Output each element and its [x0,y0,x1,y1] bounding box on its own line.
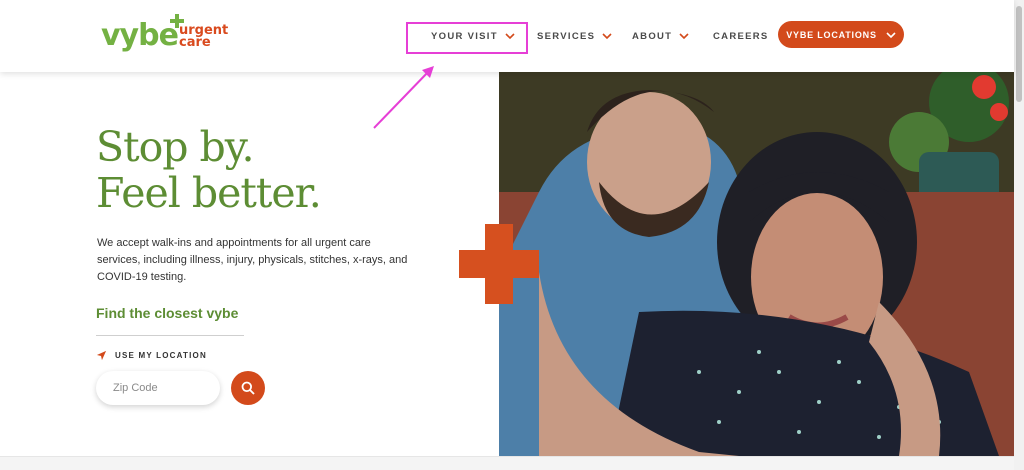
vybe-logo[interactable]: vybe urgent care [101,12,231,60]
nav-services-label: SERVICES [537,30,596,42]
nav-your-visit[interactable]: YOUR VISIT [431,25,515,47]
zip-code-input[interactable] [96,371,220,405]
logo-wordmark: vybe [101,18,179,53]
location-arrow-icon [96,350,107,361]
scrollbar-thumb[interactable] [1016,6,1022,102]
nav-careers-label: CAREERS [713,30,769,42]
hero-title-line1: Stop by. [96,123,255,171]
search-button[interactable] [231,371,265,405]
logo-subtitle-care: care [179,35,211,50]
logo-subtitle: urgent care [179,24,228,50]
vybe-locations-button[interactable]: VYBE LOCATIONS [778,21,904,48]
chevron-down-icon [505,33,515,40]
plus-icon [459,224,539,304]
divider [96,335,244,336]
use-my-location-label: USE MY LOCATION [115,351,207,360]
chevron-down-icon [886,31,896,38]
nav-careers[interactable]: CAREERS [713,25,769,47]
hero-description: We accept walk-ins and appointments for … [97,237,408,283]
site-header: vybe urgent care YOUR VISIT SERVICES ABO… [0,0,1014,72]
annotation-arrow-icon [373,66,434,129]
use-my-location-link[interactable]: USE MY LOCATION [96,350,207,361]
nav-your-visit-label: YOUR VISIT [431,30,498,42]
nav-about[interactable]: ABOUT [632,25,689,47]
page-bottom-strip [0,456,1014,470]
nav-about-label: ABOUT [632,30,673,42]
page-scrollbar[interactable] [1014,0,1024,470]
hero-title: Stop by. Feel better. [96,123,322,217]
nav-services[interactable]: SERVICES [537,25,612,47]
hero-title-line2: Feel better. [96,169,322,217]
find-closest-heading: Find the closest vybe [96,305,239,321]
search-icon [241,381,255,395]
chevron-down-icon [602,33,612,40]
chevron-down-icon [679,33,689,40]
hero-photo-illustration [499,72,1014,456]
vybe-locations-label: VYBE LOCATIONS [786,29,877,40]
hero-photo [499,72,1014,456]
